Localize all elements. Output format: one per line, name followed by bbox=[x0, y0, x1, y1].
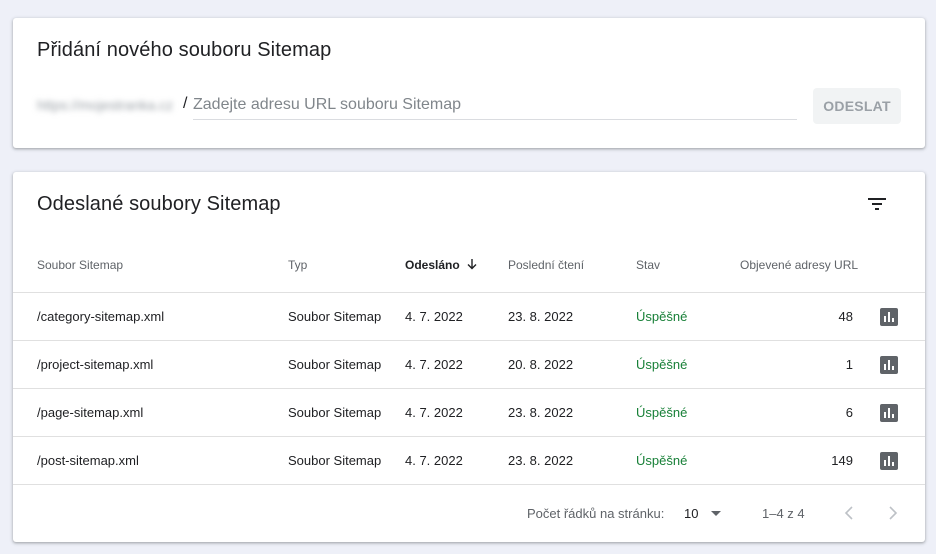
cell-urls: 1 bbox=[845, 357, 853, 372]
caret-down-icon bbox=[711, 511, 721, 516]
bar-chart-icon[interactable] bbox=[879, 355, 899, 375]
arrow-down-icon bbox=[467, 258, 477, 270]
table-row[interactable]: /project-sitemap.xml Soubor Sitemap 4. 7… bbox=[13, 341, 925, 389]
table-row[interactable]: /category-sitemap.xml Soubor Sitemap 4. … bbox=[13, 293, 925, 341]
url-separator: / bbox=[183, 95, 188, 112]
cell-urls: 6 bbox=[845, 405, 853, 420]
cell-status: Úspěšné bbox=[636, 405, 688, 420]
cell-last-read: 23. 8. 2022 bbox=[508, 453, 574, 468]
column-header-status[interactable]: Stav bbox=[636, 258, 660, 272]
sitemaps-table: Soubor Sitemap Typ Odesláno Poslední čte… bbox=[13, 242, 925, 485]
column-header-type[interactable]: Typ bbox=[288, 258, 307, 272]
cell-file: /project-sitemap.xml bbox=[37, 357, 154, 372]
chevron-left-icon bbox=[844, 506, 853, 520]
chevron-right-icon bbox=[889, 506, 898, 520]
cell-urls: 149 bbox=[831, 453, 853, 468]
column-header-urls[interactable]: Objevené adresy URL bbox=[740, 258, 858, 272]
pagination: Počet řádků na stránku: 10 1–4 z 4 bbox=[13, 485, 925, 542]
table-row[interactable]: /post-sitemap.xml Soubor Sitemap 4. 7. 2… bbox=[13, 437, 925, 485]
cell-status: Úspěšné bbox=[636, 357, 688, 372]
cell-urls: 48 bbox=[838, 309, 853, 324]
cell-status: Úspěšné bbox=[636, 453, 688, 468]
cell-type: Soubor Sitemap bbox=[288, 309, 382, 324]
cell-type: Soubor Sitemap bbox=[288, 357, 382, 372]
sitemap-url-input[interactable] bbox=[193, 90, 797, 120]
add-sitemap-card: Přidání nového souboru Sitemap https://m… bbox=[13, 18, 925, 148]
next-page-button[interactable] bbox=[881, 501, 905, 525]
cell-last-read: 20. 8. 2022 bbox=[508, 357, 574, 372]
cell-last-read: 23. 8. 2022 bbox=[508, 405, 574, 420]
rows-per-page-value: 10 bbox=[684, 506, 699, 521]
previous-page-button[interactable] bbox=[837, 501, 861, 525]
add-sitemap-title: Přidání nového souboru Sitemap bbox=[37, 39, 332, 61]
cell-type: Soubor Sitemap bbox=[288, 405, 382, 420]
table-header: Soubor Sitemap Typ Odesláno Poslední čte… bbox=[13, 242, 925, 293]
column-header-file[interactable]: Soubor Sitemap bbox=[37, 258, 123, 272]
cell-sent: 4. 7. 2022 bbox=[405, 405, 463, 420]
column-header-sent[interactable]: Odesláno bbox=[405, 258, 478, 272]
rows-per-page-select[interactable]: 10 bbox=[680, 501, 730, 527]
bar-chart-icon[interactable] bbox=[879, 451, 899, 471]
submitted-sitemaps-card: Odeslané soubory Sitemap Soubor Sitemap … bbox=[13, 172, 925, 542]
domain-prefix: https://mojestranka.cz bbox=[37, 97, 174, 113]
cell-sent: 4. 7. 2022 bbox=[405, 309, 463, 324]
rows-per-page-label: Počet řádků na stránku: bbox=[527, 506, 665, 521]
filter-icon[interactable] bbox=[861, 188, 893, 220]
cell-type: Soubor Sitemap bbox=[288, 453, 382, 468]
cell-last-read: 23. 8. 2022 bbox=[508, 309, 574, 324]
column-header-last-read[interactable]: Poslední čtení bbox=[508, 258, 584, 272]
cell-file: /page-sitemap.xml bbox=[37, 405, 144, 420]
cell-file: /post-sitemap.xml bbox=[37, 453, 139, 468]
submitted-sitemaps-title: Odeslané soubory Sitemap bbox=[37, 193, 281, 215]
page-range: 1–4 z 4 bbox=[762, 506, 805, 521]
cell-sent: 4. 7. 2022 bbox=[405, 453, 463, 468]
submit-button[interactable]: ODESLAT bbox=[813, 88, 901, 124]
cell-file: /category-sitemap.xml bbox=[37, 309, 165, 324]
table-row[interactable]: /page-sitemap.xml Soubor Sitemap 4. 7. 2… bbox=[13, 389, 925, 437]
cell-status: Úspěšné bbox=[636, 309, 688, 324]
column-header-sent-label: Odesláno bbox=[405, 258, 460, 272]
bar-chart-icon[interactable] bbox=[879, 307, 899, 327]
cell-sent: 4. 7. 2022 bbox=[405, 357, 463, 372]
bar-chart-icon[interactable] bbox=[879, 403, 899, 423]
